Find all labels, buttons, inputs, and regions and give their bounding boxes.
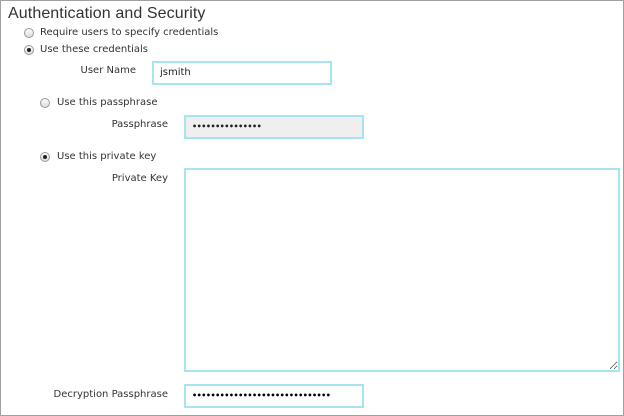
radio-use-credentials-label[interactable]: Use these credentials [40, 44, 148, 55]
radio-use-private-key[interactable] [40, 152, 50, 162]
private-key-label: Private Key [111, 173, 168, 184]
radio-require-users-label[interactable]: Require users to specify credentials [40, 27, 218, 38]
radio-use-private-key-label[interactable]: Use this private key [57, 151, 156, 162]
radio-use-passphrase-label[interactable]: Use this passphrase [57, 97, 157, 108]
section-title: Authentication and Security [8, 5, 206, 22]
radio-require-users[interactable] [24, 28, 34, 38]
radio-use-credentials[interactable] [24, 45, 34, 55]
decryption-passphrase-label: Decryption Passphrase [53, 389, 168, 400]
user-name-input[interactable]: jsmith [152, 61, 332, 85]
private-key-textarea[interactable] [184, 168, 620, 372]
passphrase-input[interactable]: ••••••••••••••• [184, 115, 364, 139]
passphrase-label: Passphrase [111, 119, 168, 130]
radio-use-passphrase[interactable] [40, 98, 50, 108]
user-name-label: User Name [80, 65, 136, 76]
decryption-passphrase-input[interactable]: •••••••••••••••••••••••••••••• [184, 384, 364, 408]
